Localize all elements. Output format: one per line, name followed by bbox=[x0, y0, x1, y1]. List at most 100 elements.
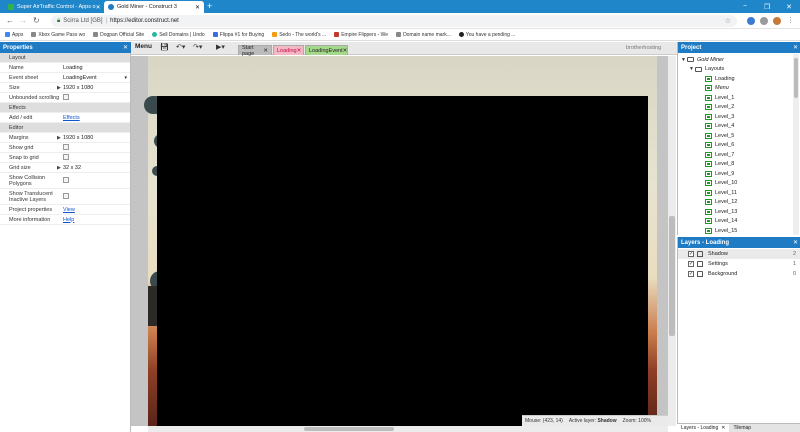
expand-arrow-icon[interactable]: ▶ bbox=[57, 165, 61, 171]
browser-menu-icon[interactable]: ⋮ bbox=[787, 16, 794, 24]
layout-item[interactable]: Level_13 bbox=[705, 207, 737, 217]
property-row[interactable]: Name Loading bbox=[0, 63, 130, 73]
maximize-button[interactable]: ❐ bbox=[756, 0, 778, 13]
layer-row[interactable]: ✓ Shadow 2 bbox=[678, 249, 800, 259]
property-row[interactable]: Event sheet LoadingEvent ▾ bbox=[0, 73, 130, 83]
layer-row[interactable]: ✓ Background 0 bbox=[678, 269, 800, 279]
layout-item[interactable]: Level_2 bbox=[705, 103, 734, 113]
save-icon[interactable]: 💾︎ bbox=[160, 43, 169, 51]
extension-icon[interactable] bbox=[760, 17, 768, 25]
lock-icon[interactable] bbox=[697, 271, 703, 277]
layout-canvas[interactable] bbox=[131, 56, 676, 426]
property-value[interactable] bbox=[63, 93, 130, 102]
profile-avatar[interactable] bbox=[773, 17, 781, 25]
lock-icon[interactable] bbox=[697, 251, 703, 257]
property-value[interactable]: Help bbox=[63, 217, 130, 223]
layout-item[interactable]: Level_10 bbox=[705, 179, 737, 189]
layout-item[interactable]: Level_8 bbox=[705, 160, 734, 170]
bookmark-empire-flippers[interactable]: Empire Flippers - We bbox=[334, 32, 388, 38]
property-row[interactable]: Size 1920 x 1080 ▶ bbox=[0, 83, 130, 93]
scroll-thumb[interactable] bbox=[669, 216, 675, 336]
canvas-vertical-scrollbar[interactable] bbox=[668, 56, 676, 426]
bookmark-domain-name[interactable]: Domain name mark... bbox=[396, 32, 451, 38]
layout-item[interactable]: Level_11 bbox=[705, 188, 737, 198]
bookmark-apps[interactable]: Apps bbox=[5, 32, 23, 38]
layer-row[interactable]: ✓ Settings 1 bbox=[678, 259, 800, 269]
dropdown-arrow-icon[interactable]: ▾ bbox=[124, 75, 127, 81]
browser-tab-construct[interactable]: Gold Miner - Construct 3 ✕ bbox=[104, 1, 204, 13]
reload-icon[interactable]: ↻ bbox=[33, 16, 40, 25]
minimize-button[interactable]: − bbox=[734, 0, 756, 13]
extension-icon[interactable] bbox=[747, 17, 755, 25]
project-root[interactable]: ▼ Gold Miner bbox=[681, 55, 724, 65]
scroll-thumb[interactable] bbox=[304, 427, 394, 431]
lock-icon[interactable] bbox=[697, 261, 703, 267]
layout-item[interactable]: Level_6 bbox=[705, 141, 734, 151]
expand-arrow-icon[interactable]: ▶ bbox=[57, 85, 61, 91]
bookmark-pending[interactable]: You have a pending ... bbox=[458, 32, 515, 38]
tab-loading-event[interactable]: LoadingEvent ✕ bbox=[305, 45, 348, 55]
url-omnibox[interactable]: 🔒︎ Scirra Ltd [GB] | https://editor.cons… bbox=[51, 15, 737, 27]
preview-play-icon[interactable]: ▶▾ bbox=[216, 43, 225, 51]
property-value[interactable] bbox=[63, 143, 130, 152]
checkbox[interactable] bbox=[63, 153, 69, 160]
undo-icon[interactable]: ↶▾ bbox=[176, 43, 185, 51]
close-tab-icon[interactable]: ✕ bbox=[297, 48, 302, 54]
tab-start-page[interactable]: Start page ✕ bbox=[238, 45, 272, 57]
close-panel-icon[interactable]: ✕ bbox=[793, 44, 798, 51]
layout-item[interactable]: Level_15 bbox=[705, 226, 737, 235]
checkbox[interactable] bbox=[63, 192, 69, 199]
property-row[interactable]: Show Collision Polygons bbox=[0, 173, 130, 189]
close-tab-icon[interactable]: ✕ bbox=[195, 4, 200, 11]
property-row[interactable]: Unbounded scrolling bbox=[0, 93, 130, 103]
property-value[interactable] bbox=[63, 153, 130, 162]
property-row[interactable]: Show Translucent Inactive Layers bbox=[0, 189, 130, 205]
redo-icon[interactable]: ↷▾ bbox=[193, 43, 202, 51]
close-panel-icon[interactable]: ✕ bbox=[793, 239, 798, 246]
layout-item[interactable]: Level_1 bbox=[705, 93, 734, 103]
property-row[interactable]: Margins 1920 x 1080 ▶ bbox=[0, 133, 130, 143]
property-link[interactable]: View bbox=[63, 207, 75, 213]
bookmark-xbox[interactable]: Xbox Game Pass wo bbox=[31, 32, 85, 38]
visibility-checkbox[interactable]: ✓ bbox=[688, 251, 694, 257]
checkbox[interactable] bbox=[63, 143, 69, 150]
property-value[interactable]: LoadingEvent bbox=[63, 75, 130, 81]
tab-tilemap[interactable]: Tilemap bbox=[729, 424, 755, 432]
layout-item[interactable]: Level_9 bbox=[705, 169, 734, 179]
property-row[interactable]: Project properties View bbox=[0, 205, 130, 215]
close-panel-icon[interactable]: ✕ bbox=[123, 44, 128, 51]
back-arrow-icon[interactable]: ← bbox=[6, 16, 14, 25]
layout-item[interactable]: Menu bbox=[705, 84, 729, 94]
property-row[interactable]: Snap to grid bbox=[0, 153, 130, 163]
checkbox[interactable] bbox=[63, 93, 69, 100]
bookmark-sedo[interactable]: Sedo - The world's ... bbox=[272, 32, 326, 38]
bookmark-undo[interactable]: Sell Domains | Undo bbox=[152, 32, 205, 38]
visibility-checkbox[interactable]: ✓ bbox=[688, 261, 694, 267]
property-link[interactable]: Effects bbox=[63, 115, 80, 121]
close-window-button[interactable]: ✕ bbox=[778, 0, 800, 13]
project-scrollbar[interactable] bbox=[793, 54, 799, 235]
layout-item[interactable]: Level_4 bbox=[705, 122, 734, 132]
shadow-overlay-object[interactable] bbox=[157, 96, 648, 426]
property-row[interactable]: Show grid bbox=[0, 143, 130, 153]
layout-item[interactable]: Loading bbox=[705, 74, 735, 84]
layouts-folder[interactable]: ▼ Layouts bbox=[689, 65, 724, 75]
close-tab-icon[interactable]: ✕ bbox=[263, 48, 268, 54]
property-value[interactable] bbox=[63, 192, 130, 201]
tab-layers[interactable]: Layers - Loading ✕ bbox=[677, 424, 730, 432]
property-value[interactable]: Effects bbox=[63, 115, 130, 121]
close-tab-icon[interactable]: ✕ bbox=[721, 425, 725, 431]
property-value[interactable]: View bbox=[63, 207, 130, 213]
menu-button[interactable]: Menu bbox=[135, 43, 152, 50]
bookmark-star-icon[interactable]: ☆ bbox=[725, 17, 731, 25]
property-link[interactable]: Help bbox=[63, 217, 74, 223]
visibility-checkbox[interactable]: ✓ bbox=[688, 271, 694, 277]
property-value[interactable] bbox=[63, 176, 130, 185]
property-row[interactable]: More information Help bbox=[0, 215, 130, 225]
layout-item[interactable]: Level_7 bbox=[705, 150, 734, 160]
property-row[interactable]: Grid size 32 x 32 ▶ bbox=[0, 163, 130, 173]
scroll-thumb[interactable] bbox=[794, 58, 798, 98]
bookmark-flippa[interactable]: Flippa #1 for Buying bbox=[212, 32, 264, 38]
browser-tab-apps[interactable]: Super AirTraffic Control - Apps o ✕ bbox=[4, 1, 104, 13]
bookmark-dogpan[interactable]: Dogpan Official Site bbox=[93, 32, 144, 38]
